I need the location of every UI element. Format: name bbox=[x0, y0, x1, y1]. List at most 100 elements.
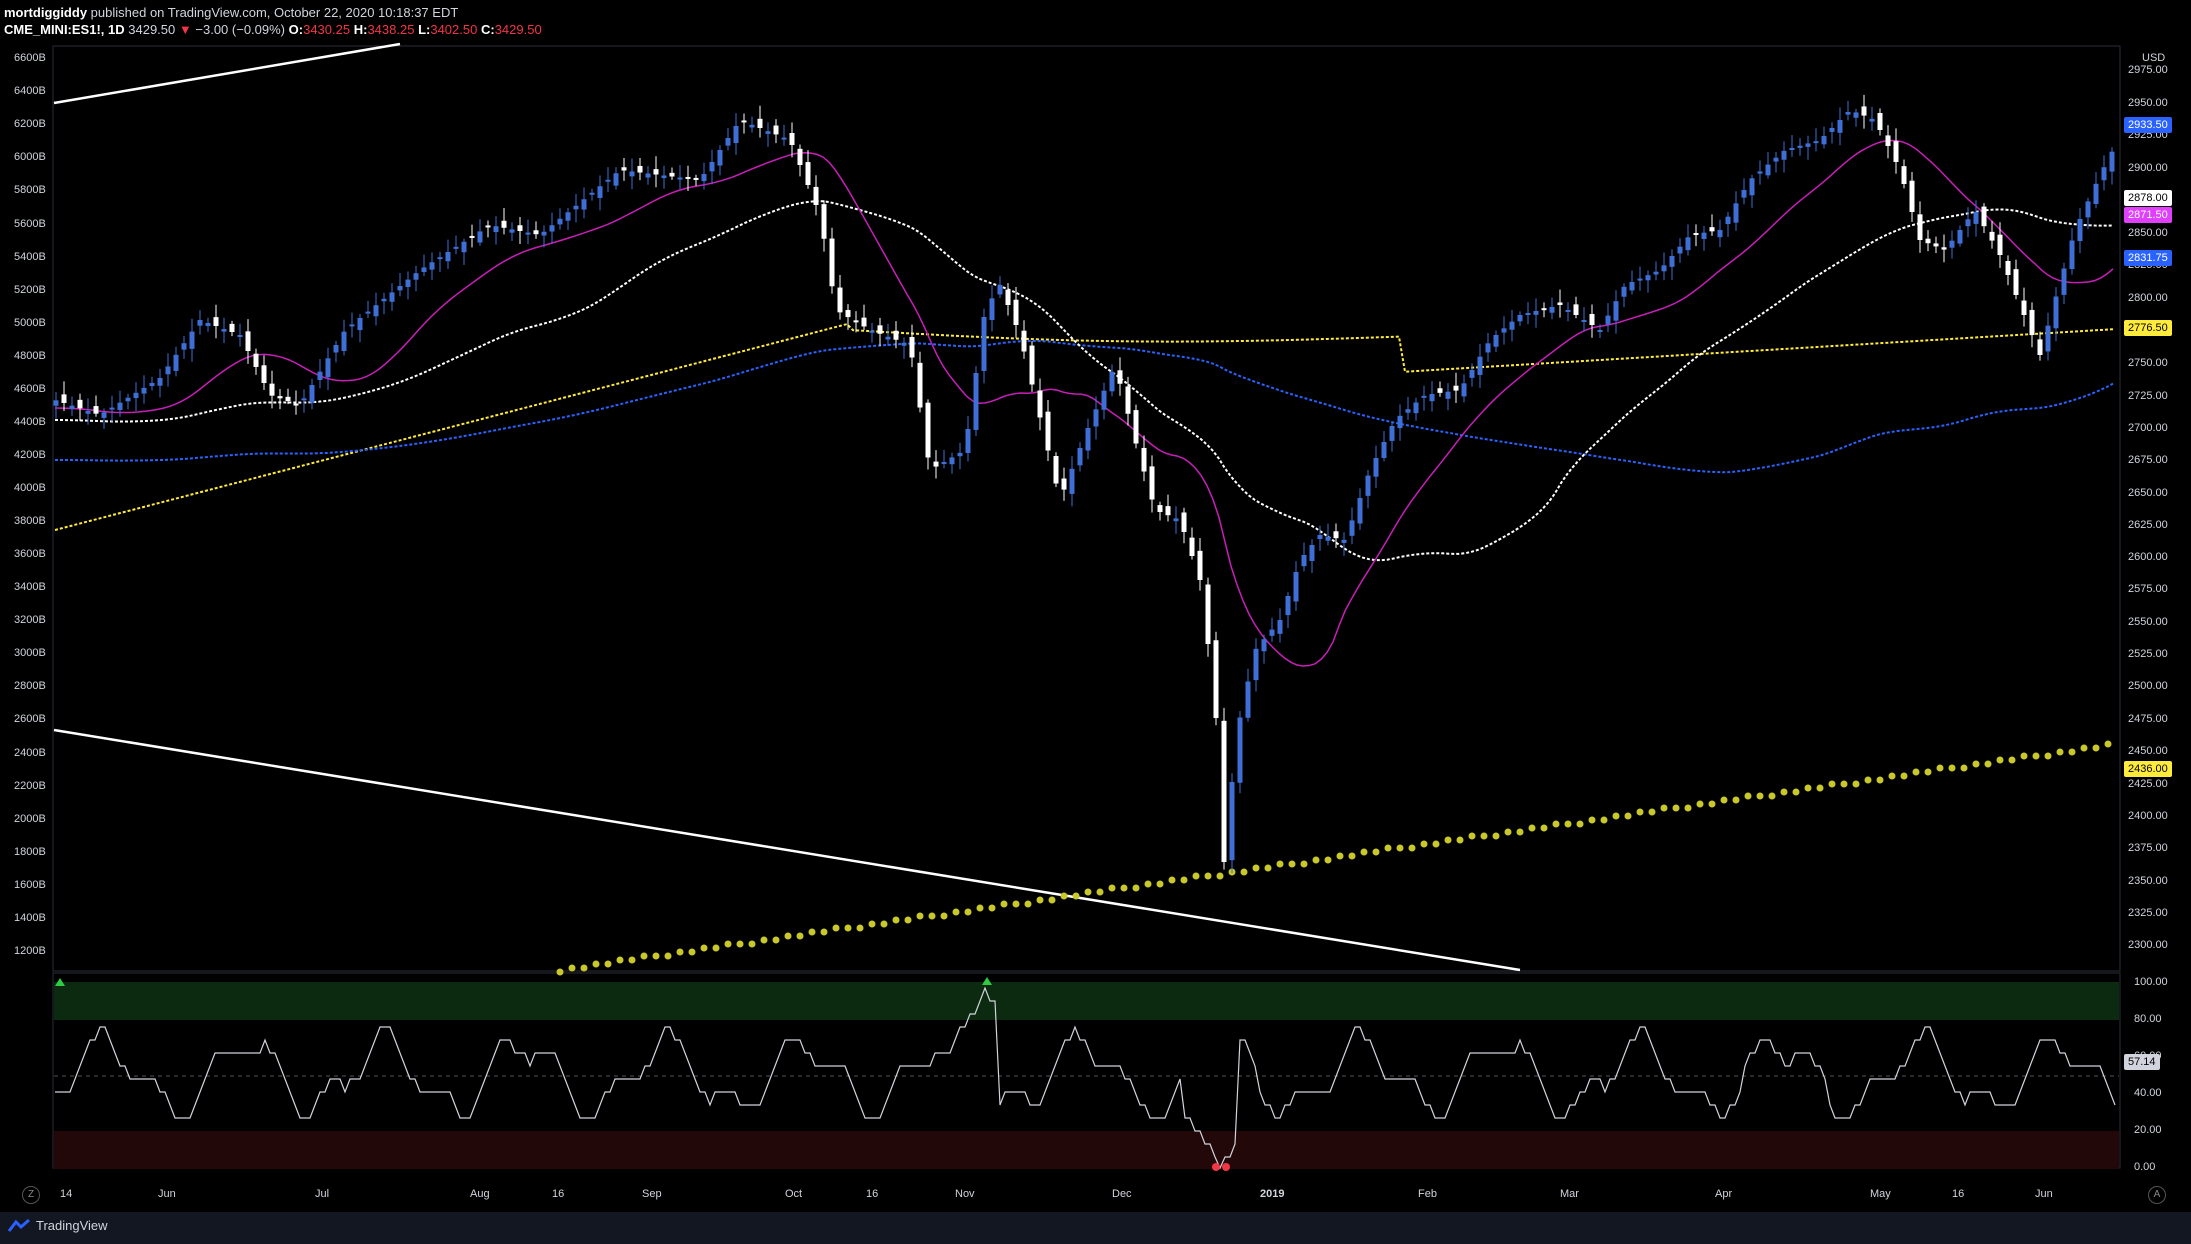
growth-dot bbox=[1528, 824, 1536, 832]
growth-dot bbox=[736, 940, 744, 948]
candle-body bbox=[1341, 539, 1347, 543]
left-axis-tick: 1800B bbox=[14, 846, 46, 858]
candle-body bbox=[1237, 717, 1243, 783]
zoom-button[interactable]: Z bbox=[22, 1186, 40, 1204]
growth-dot bbox=[1720, 796, 1728, 804]
growth-dot bbox=[1420, 840, 1428, 848]
candle-body bbox=[1669, 256, 1675, 267]
candle-body bbox=[1005, 289, 1011, 305]
time-axis-label: Oct bbox=[785, 1188, 803, 1200]
price-tag: 2878.00 bbox=[2124, 190, 2172, 206]
candle-body bbox=[1085, 428, 1091, 451]
right-axis-tick: 2325.00 bbox=[2128, 907, 2168, 919]
candle-body bbox=[605, 179, 611, 182]
candle-body bbox=[117, 402, 123, 411]
growth-dot bbox=[796, 932, 804, 940]
candle-body bbox=[1437, 388, 1443, 393]
candle-body bbox=[677, 177, 683, 180]
growth-dot bbox=[1852, 780, 1860, 788]
candle-body bbox=[1477, 356, 1483, 375]
growth-dot bbox=[1564, 820, 1572, 828]
candle-body bbox=[1941, 247, 1947, 250]
oversold-zone bbox=[54, 1131, 2119, 1169]
price-tag: 57.14 bbox=[2124, 1054, 2160, 1070]
growth-dot bbox=[1084, 888, 1092, 896]
time-axis-label: Apr bbox=[1715, 1188, 1733, 1200]
auto-scale-button[interactable]: A bbox=[2148, 1186, 2166, 1204]
candle-body bbox=[749, 124, 755, 128]
growth-dot bbox=[1384, 844, 1392, 852]
growth-dot bbox=[1756, 792, 1764, 800]
growth-dot bbox=[556, 968, 564, 976]
candle-body bbox=[909, 336, 915, 358]
growth-dot bbox=[1312, 856, 1320, 864]
author-name[interactable]: mortdiggiddy bbox=[4, 5, 87, 20]
left-axis-tick: 6400B bbox=[14, 85, 46, 97]
candle-body bbox=[1661, 265, 1667, 272]
candle-body bbox=[1837, 120, 1843, 133]
candle-body bbox=[533, 230, 539, 235]
growth-dot bbox=[1432, 840, 1440, 848]
left-axis-tick: 1600B bbox=[14, 879, 46, 891]
candle-body bbox=[1013, 299, 1019, 325]
currency-label: USD bbox=[2142, 52, 2166, 64]
chart-canvas[interactable] bbox=[0, 0, 2191, 1244]
candle-body bbox=[765, 131, 771, 134]
candle-body bbox=[1997, 234, 2003, 255]
tradingview-logo[interactable]: TradingView bbox=[8, 1218, 108, 1233]
growth-dot bbox=[1624, 812, 1632, 820]
growth-dot bbox=[820, 928, 828, 936]
candle-body bbox=[997, 285, 1003, 295]
candle-body bbox=[413, 273, 419, 280]
candle-body bbox=[437, 257, 443, 260]
candle-body bbox=[157, 378, 163, 386]
candle-body bbox=[557, 218, 563, 225]
signal-down-icon bbox=[1222, 1163, 1230, 1171]
candle-body bbox=[1677, 246, 1683, 254]
candle-body bbox=[1773, 157, 1779, 162]
candle-body bbox=[861, 317, 867, 327]
last-price: 3429.50 bbox=[128, 22, 176, 37]
candle-body bbox=[1901, 166, 1907, 184]
candle-body bbox=[141, 387, 147, 394]
growth-dot bbox=[1300, 860, 1308, 868]
left-axis-tick: 3600B bbox=[14, 548, 46, 560]
candle-body bbox=[165, 366, 171, 375]
growth-dot bbox=[1876, 776, 1884, 784]
low-value: 3402.50 bbox=[430, 22, 478, 37]
growth-dot bbox=[1780, 788, 1788, 796]
growth-dot bbox=[1012, 900, 1020, 908]
candle-body bbox=[717, 150, 723, 166]
time-axis-label: Jun bbox=[158, 1188, 176, 1200]
growth-dot bbox=[1192, 872, 1200, 880]
candle-body bbox=[1053, 456, 1059, 484]
growth-dot bbox=[1516, 828, 1524, 836]
right-axis-tick: 2850.00 bbox=[2128, 227, 2168, 239]
time-axis-label: 2019 bbox=[1260, 1188, 1285, 1200]
candle-body bbox=[1885, 135, 1891, 146]
left-axis-tick: 5000B bbox=[14, 317, 46, 329]
right-axis-tick: 2425.00 bbox=[2128, 778, 2168, 790]
right-axis-tick: 2600.00 bbox=[2128, 551, 2168, 563]
growth-dot bbox=[2104, 740, 2112, 748]
growth-dot bbox=[952, 908, 960, 916]
candle-body bbox=[1309, 545, 1315, 561]
candle-body bbox=[1165, 506, 1171, 516]
candle-body bbox=[941, 462, 947, 464]
candle-body bbox=[461, 241, 467, 253]
candle-body bbox=[293, 403, 299, 406]
candle-body bbox=[2013, 269, 2019, 295]
symbol-label[interactable]: CME_MINI:ES1!, 1D bbox=[4, 22, 125, 37]
candle-body bbox=[1445, 391, 1451, 399]
growth-dot bbox=[1480, 832, 1488, 840]
time-axis-label: Jun bbox=[2035, 1188, 2053, 1200]
growth-dot bbox=[1024, 900, 1032, 908]
growth-dot bbox=[1744, 792, 1752, 800]
growth-dot bbox=[1900, 772, 1908, 780]
growth-dot bbox=[880, 920, 888, 928]
candle-body bbox=[933, 461, 939, 467]
candle-body bbox=[1189, 537, 1195, 556]
candle-body bbox=[1029, 345, 1035, 385]
growth-dot bbox=[1924, 768, 1932, 776]
growth-dot bbox=[2044, 752, 2052, 760]
